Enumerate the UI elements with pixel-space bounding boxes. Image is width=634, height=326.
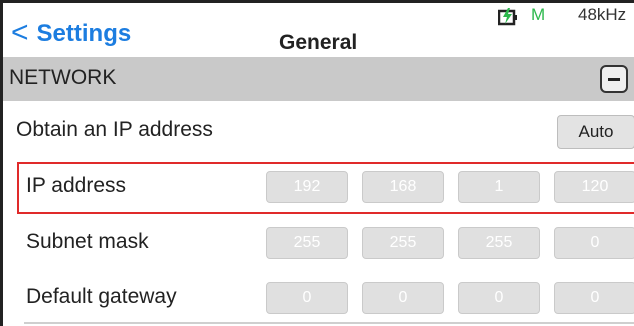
chevron-left-icon: < xyxy=(11,16,29,49)
subnet-octet-4[interactable]: 0 xyxy=(554,227,634,259)
subnet-octet-2[interactable]: 255 xyxy=(362,227,444,259)
mode-indicator: M xyxy=(531,5,546,24)
default-gateway-label: Default gateway xyxy=(26,285,177,308)
page-title: General xyxy=(279,31,358,54)
subnet-mask-label: Subnet mask xyxy=(26,230,149,253)
gateway-octet-1[interactable]: 0 xyxy=(266,282,348,314)
network-section-header: NETWORK xyxy=(3,57,634,101)
sample-rate-indicator: 48kHz xyxy=(578,5,627,24)
obtain-ip-label: Obtain an IP address xyxy=(16,118,213,141)
section-label: NETWORK xyxy=(9,66,117,89)
row-obtain-ip: Obtain an IP address Auto xyxy=(14,106,634,156)
gateway-octet-2[interactable]: 0 xyxy=(362,282,444,314)
row-subnet-mask: Subnet mask 255 255 255 0 xyxy=(14,218,634,268)
back-label: Settings xyxy=(36,20,132,47)
divider xyxy=(24,322,634,324)
battery-charging-icon xyxy=(498,8,517,26)
gateway-octet-4[interactable]: 0 xyxy=(554,282,634,314)
selection-highlight xyxy=(17,162,634,214)
subnet-octet-1[interactable]: 255 xyxy=(266,227,348,259)
collapse-button[interactable] xyxy=(600,65,628,93)
subnet-octet-3[interactable]: 255 xyxy=(458,227,540,259)
obtain-ip-auto-button[interactable]: Auto xyxy=(557,115,634,149)
back-button[interactable]: < Settings xyxy=(11,16,132,49)
row-default-gateway: Default gateway 0 0 0 0 xyxy=(14,273,634,323)
gateway-octet-3[interactable]: 0 xyxy=(458,282,540,314)
